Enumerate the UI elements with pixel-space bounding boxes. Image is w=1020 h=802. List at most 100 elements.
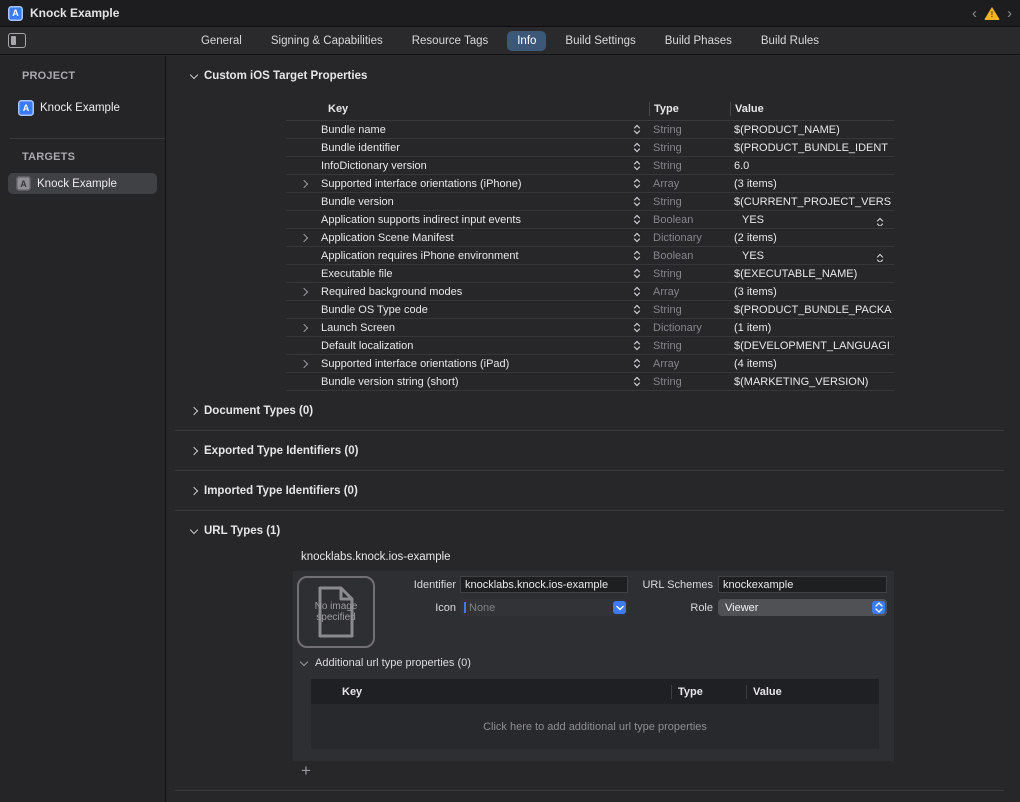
property-value-cell[interactable]: YES — [730, 214, 894, 226]
property-value-cell[interactable]: (3 items) — [730, 286, 894, 298]
key-stepper-icon[interactable] — [633, 214, 641, 225]
property-type-cell[interactable]: Array — [649, 358, 730, 370]
tab-general[interactable]: General — [191, 31, 252, 51]
section-url-types[interactable]: URL Types (1) — [191, 524, 1020, 538]
value-stepper-icon[interactable] — [876, 217, 884, 226]
property-key-cell[interactable]: Executable file — [286, 268, 649, 280]
property-value-cell[interactable]: (1 item) — [730, 322, 894, 334]
property-key-cell[interactable]: Required background modes — [286, 286, 649, 298]
key-stepper-icon[interactable] — [633, 358, 641, 369]
key-stepper-icon[interactable] — [633, 142, 641, 153]
property-value-cell[interactable]: $(MARKETING_VERSION) — [730, 376, 894, 388]
key-stepper-icon[interactable] — [633, 250, 641, 261]
key-stepper-icon[interactable] — [633, 268, 641, 279]
disclosure-right-icon[interactable] — [190, 447, 198, 455]
property-row[interactable]: Bundle OS Type codeString$(PRODUCT_BUNDL… — [286, 301, 894, 319]
property-key-cell[interactable]: Bundle version — [286, 196, 649, 208]
property-key-cell[interactable]: Supported interface orientations (iPhone… — [286, 178, 649, 190]
sidebar-toggle-icon[interactable] — [8, 33, 26, 48]
property-value-cell[interactable]: (4 items) — [730, 358, 894, 370]
icon-image-well[interactable]: No image specified — [297, 576, 375, 648]
property-type-cell[interactable]: String — [649, 376, 730, 388]
property-type-cell[interactable]: String — [649, 196, 730, 208]
role-popup-button[interactable]: Viewer — [718, 599, 887, 616]
additional-url-type-properties-header[interactable]: Additional url type properties (0) — [301, 657, 471, 669]
property-row[interactable]: Bundle nameString$(PRODUCT_NAME) — [286, 121, 894, 139]
property-key-cell[interactable]: Bundle version string (short) — [286, 376, 649, 388]
property-value-cell[interactable]: $(PRODUCT_BUNDLE_PACKA — [730, 304, 894, 316]
property-value-cell[interactable]: YES — [730, 250, 894, 262]
property-value-cell[interactable]: $(PRODUCT_NAME) — [730, 124, 894, 136]
property-key-cell[interactable]: Application supports indirect input even… — [286, 214, 649, 226]
tab-build-settings[interactable]: Build Settings — [555, 31, 645, 51]
property-type-cell[interactable]: String — [649, 124, 730, 136]
property-row[interactable]: Bundle version string (short)String$(MAR… — [286, 373, 894, 391]
property-row[interactable]: Application requires iPhone environmentB… — [286, 247, 894, 265]
key-stepper-icon[interactable] — [633, 322, 641, 333]
property-type-cell[interactable]: Boolean — [649, 214, 730, 226]
property-value-cell[interactable]: (3 items) — [730, 178, 894, 190]
property-key-cell[interactable]: Bundle identifier — [286, 142, 649, 154]
property-type-cell[interactable]: String — [649, 340, 730, 352]
property-type-cell[interactable]: Array — [649, 178, 730, 190]
disclosure-right-icon[interactable] — [190, 407, 198, 415]
key-stepper-icon[interactable] — [633, 376, 641, 387]
warning-icon[interactable]: ! — [984, 6, 1000, 20]
key-stepper-icon[interactable] — [633, 124, 641, 135]
disclosure-right-icon[interactable] — [301, 289, 321, 295]
property-row[interactable]: Bundle versionString$(CURRENT_PROJECT_VE… — [286, 193, 894, 211]
disclosure-right-icon[interactable] — [301, 361, 321, 367]
section-imported-type-identifiers[interactable]: Imported Type Identifiers (0) — [191, 484, 1020, 498]
property-row[interactable]: Supported interface orientations (iPad)A… — [286, 355, 894, 373]
property-key-cell[interactable]: Launch Screen — [286, 322, 649, 334]
key-stepper-icon[interactable] — [633, 304, 641, 315]
key-stepper-icon[interactable] — [633, 232, 641, 243]
disclosure-down-icon[interactable] — [300, 657, 308, 665]
section-custom-ios-target-properties[interactable]: Custom iOS Target Properties — [191, 69, 1020, 83]
identifier-input[interactable] — [460, 576, 628, 593]
section-document-types[interactable]: Document Types (0) — [191, 404, 1020, 418]
property-type-cell[interactable]: String — [649, 142, 730, 154]
property-row[interactable]: Launch ScreenDictionary(1 item) — [286, 319, 894, 337]
key-stepper-icon[interactable] — [633, 340, 641, 351]
forward-chevron-icon[interactable]: › — [1007, 6, 1012, 21]
property-key-cell[interactable]: Default localization — [286, 340, 649, 352]
property-value-cell[interactable]: $(DEVELOPMENT_LANGUAGI — [730, 340, 894, 352]
property-key-cell[interactable]: Bundle OS Type code — [286, 304, 649, 316]
property-row[interactable]: Default localizationString$(DEVELOPMENT_… — [286, 337, 894, 355]
sidebar-item-target[interactable]: A Knock Example — [8, 173, 157, 194]
property-type-cell[interactable]: String — [649, 304, 730, 316]
property-row[interactable]: Application Scene ManifestDictionary(2 i… — [286, 229, 894, 247]
key-stepper-icon[interactable] — [633, 286, 641, 297]
property-row[interactable]: Required background modesArray(3 items) — [286, 283, 894, 301]
property-key-cell[interactable]: Application requires iPhone environment — [286, 250, 649, 262]
sidebar-item-project[interactable]: A Knock Example — [8, 97, 157, 119]
property-value-cell[interactable]: $(CURRENT_PROJECT_VERS — [730, 196, 894, 208]
back-chevron-icon[interactable]: ‹ — [972, 6, 977, 21]
property-key-cell[interactable]: Supported interface orientations (iPad) — [286, 358, 649, 370]
add-additional-properties-row[interactable]: Click here to add additional url type pr… — [311, 704, 879, 749]
property-type-cell[interactable]: String — [649, 160, 730, 172]
disclosure-right-icon[interactable] — [190, 487, 198, 495]
property-key-cell[interactable]: InfoDictionary version — [286, 160, 649, 172]
value-stepper-icon[interactable] — [876, 253, 884, 262]
disclosure-down-icon[interactable] — [190, 70, 198, 78]
key-stepper-icon[interactable] — [633, 160, 641, 171]
icon-combobox[interactable]: None — [460, 599, 628, 616]
tab-build-phases[interactable]: Build Phases — [655, 31, 742, 51]
key-stepper-icon[interactable] — [633, 196, 641, 207]
url-schemes-input[interactable] — [718, 576, 887, 593]
section-exported-type-identifiers[interactable]: Exported Type Identifiers (0) — [191, 444, 1020, 458]
add-url-type-button[interactable]: + — [297, 764, 315, 780]
disclosure-right-icon[interactable] — [301, 325, 321, 331]
property-type-cell[interactable]: Array — [649, 286, 730, 298]
disclosure-right-icon[interactable] — [301, 235, 321, 241]
key-stepper-icon[interactable] — [633, 178, 641, 189]
property-row[interactable]: Executable fileString$(EXECUTABLE_NAME) — [286, 265, 894, 283]
property-value-cell[interactable]: 6.0 — [730, 160, 894, 172]
property-type-cell[interactable]: Boolean — [649, 250, 730, 262]
property-type-cell[interactable]: Dictionary — [649, 232, 730, 244]
property-row[interactable]: Application supports indirect input even… — [286, 211, 894, 229]
property-value-cell[interactable]: $(EXECUTABLE_NAME) — [730, 268, 894, 280]
property-row[interactable]: Bundle identifierString$(PRODUCT_BUNDLE_… — [286, 139, 894, 157]
